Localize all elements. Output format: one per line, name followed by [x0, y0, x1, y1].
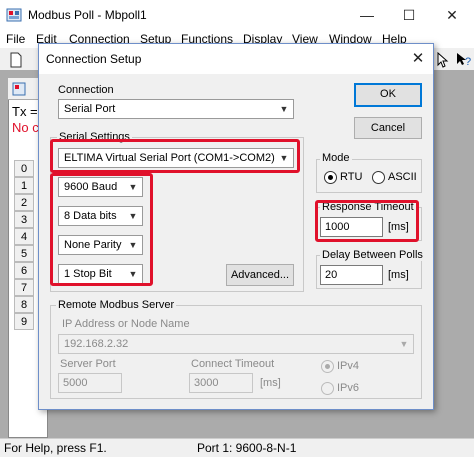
- connect-timeout-input[interactable]: 3000: [189, 373, 253, 393]
- modbus-app-icon: [6, 7, 22, 23]
- minimize-icon[interactable]: —: [355, 3, 379, 27]
- mode-rtu-radio[interactable]: [324, 171, 337, 184]
- delay-between-polls-unit: [ms]: [388, 269, 409, 281]
- grid-row-header: 5: [14, 245, 34, 262]
- grid-row-header: 0: [14, 160, 34, 177]
- highlight-serial-params: [50, 173, 153, 286]
- grid-row-header: 1: [14, 177, 34, 194]
- pointer-help-icon[interactable]: [436, 51, 452, 68]
- connection-label: Connection: [58, 84, 114, 96]
- grid-row-header: 2: [14, 194, 34, 211]
- dialog-title: Connection Setup: [46, 52, 142, 66]
- ipv4-label: IPv4: [337, 360, 360, 372]
- connection-select[interactable]: Serial Port ▼: [58, 99, 294, 119]
- grid-row-header: 8: [14, 296, 34, 313]
- mode-label: Mode: [320, 152, 352, 164]
- child-window-icon: [12, 82, 26, 96]
- highlight-serial-port: [50, 139, 300, 173]
- tx-counter: Tx =: [12, 104, 38, 119]
- grid-row-header: 9: [14, 313, 34, 330]
- grid-row-header: 4: [14, 228, 34, 245]
- grid-row-header: 6: [14, 262, 34, 279]
- mode-ascii-label: ASCII: [388, 171, 417, 183]
- delay-between-polls-label: Delay Between Polls: [320, 249, 425, 261]
- close-window-icon[interactable]: ✕: [440, 3, 464, 27]
- status-help-text: For Help, press F1.: [4, 441, 107, 455]
- maximize-icon[interactable]: ☐: [397, 3, 421, 27]
- ok-button[interactable]: OK: [354, 83, 422, 107]
- delay-between-polls-input[interactable]: 20: [320, 265, 383, 285]
- menu-file[interactable]: File: [6, 32, 25, 46]
- connection-value: Serial Port: [64, 103, 116, 115]
- main-window-title: Modbus Poll - Mbpoll1: [28, 8, 147, 22]
- advanced-button[interactable]: Advanced...: [226, 264, 294, 286]
- connect-timeout-label: Connect Timeout: [191, 358, 275, 370]
- ipv6-label: IPv6: [337, 382, 360, 394]
- ip-address-select[interactable]: 192.168.2.32 ▼: [58, 334, 414, 354]
- status-port-info: Port 1: 9600-8-N-1: [197, 441, 297, 455]
- mode-rtu-label: RTU: [340, 171, 363, 183]
- server-port-input[interactable]: 5000: [58, 373, 122, 393]
- grid-row-header: 3: [14, 211, 34, 228]
- mode-ascii-radio[interactable]: [372, 171, 385, 184]
- server-port-label: Server Port: [60, 358, 116, 370]
- new-document-icon[interactable]: [8, 52, 24, 68]
- ipv6-radio[interactable]: [321, 382, 334, 395]
- grid-row-header: 7: [14, 279, 34, 296]
- chevron-down-icon: ▼: [279, 104, 289, 114]
- context-help-icon[interactable]: ?: [456, 52, 472, 68]
- dialog-close-icon[interactable]: ✕: [408, 49, 428, 69]
- highlight-response-timeout: [315, 200, 419, 242]
- cancel-button[interactable]: Cancel: [354, 117, 422, 139]
- connect-timeout-unit: [ms]: [260, 377, 281, 389]
- ip-address-value: 192.168.2.32: [64, 338, 129, 350]
- ipv4-radio[interactable]: [321, 360, 334, 373]
- svg-text:?: ?: [465, 56, 471, 68]
- ip-address-label: IP Address or Node Name: [62, 318, 190, 330]
- remote-server-label: Remote Modbus Server: [56, 299, 177, 311]
- chevron-down-icon: ▼: [399, 339, 409, 349]
- no-connection-text: No c: [12, 120, 39, 135]
